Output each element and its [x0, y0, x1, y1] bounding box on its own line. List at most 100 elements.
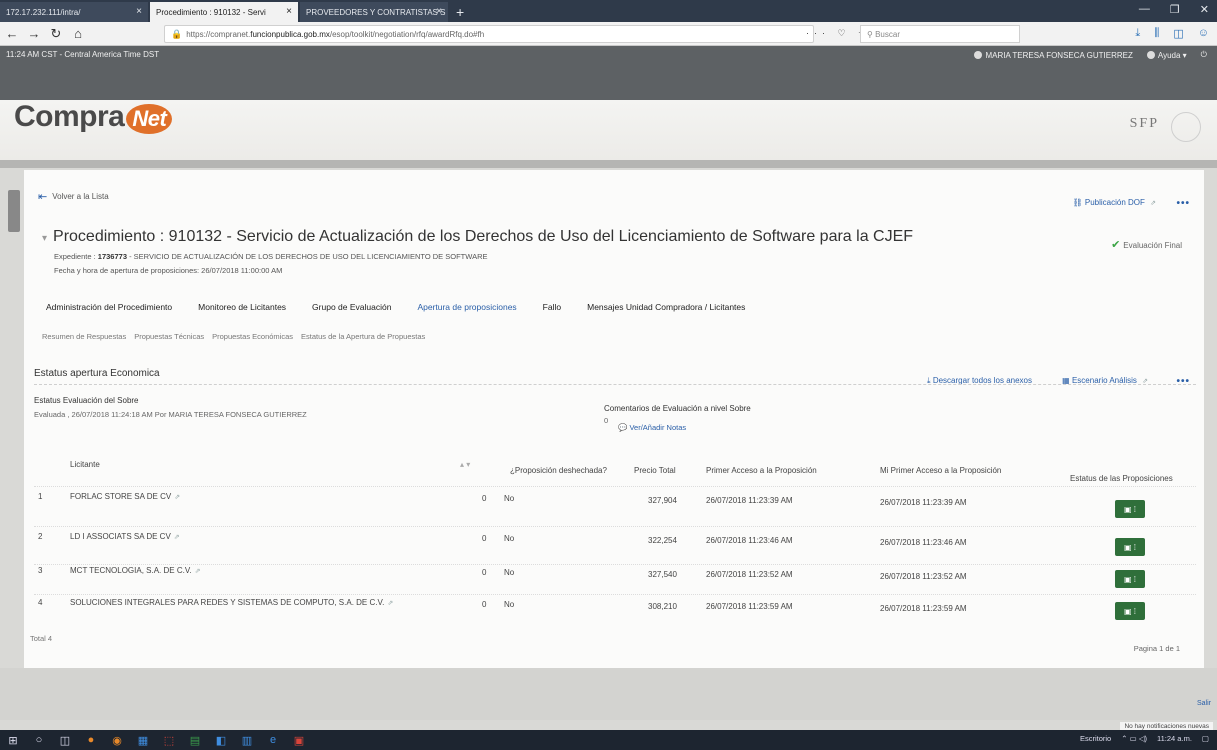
tab-grupo-evaluacion[interactable]: Grupo de Evaluación: [312, 302, 391, 312]
library-icon[interactable]: ⫼: [1154, 27, 1159, 40]
back-icon[interactable]: ←: [2, 26, 22, 41]
tab-administracion[interactable]: Administración del Procedimiento: [46, 302, 172, 312]
tray-clock[interactable]: 11:24 a.m.: [1157, 734, 1192, 743]
desechada-value: No: [504, 494, 515, 503]
row-number: 2: [38, 532, 43, 541]
outlook-icon[interactable]: ◧: [208, 734, 234, 747]
tab-apertura[interactable]: Apertura de proposiciones: [417, 302, 516, 312]
task-view-icon[interactable]: ◫: [52, 734, 78, 747]
excel-icon[interactable]: ▤: [182, 734, 208, 747]
file-explorer-icon[interactable]: ▦: [130, 734, 156, 747]
lock-icon: 🔒: [171, 28, 183, 39]
notifications-icon[interactable]: ▢: [1202, 734, 1209, 743]
edge-icon[interactable]: e: [260, 734, 286, 746]
expediente-line: Expediente : 1736773 - SERVICIO DE ACTUA…: [54, 252, 488, 261]
divider-band: [0, 160, 1217, 168]
new-tab-button[interactable]: +: [456, 2, 464, 22]
main-tabs: Administración del Procedimiento Monitor…: [46, 302, 771, 312]
download-icon[interactable]: ⤓: [1135, 27, 1140, 40]
power-icon[interactable]: ⏻: [1201, 50, 1207, 60]
tab-mensajes[interactable]: Mensajes Unidad Compradora / Licitantes: [587, 302, 745, 312]
comentarios-count: 0: [604, 416, 609, 425]
windows-start-icon[interactable]: ⊞: [0, 734, 26, 747]
status-badge: ✔ Evaluación Final: [1111, 239, 1182, 251]
pdf-icon[interactable]: ⬚: [156, 734, 182, 747]
chevron-down-icon[interactable]: ▾: [42, 233, 47, 244]
proposition-status-button[interactable]: ▣ ⁞: [1115, 500, 1145, 518]
close-icon[interactable]: ×: [286, 6, 292, 17]
search-icon[interactable]: ○: [26, 734, 52, 746]
close-icon[interactable]: ×: [436, 6, 442, 17]
precio-value: 327,540: [648, 570, 677, 579]
section-title: Estatus apertura Economica: [34, 368, 160, 379]
back-arrow-icon: ⇤: [38, 191, 48, 203]
licitante-name[interactable]: MCT TECNOLOGIA, S.A. DE C.V. ⇗: [70, 566, 201, 575]
publicacion-dof-link[interactable]: ⛓ Publicación DOF ⇗: [1072, 198, 1156, 207]
header-desechada: ¿Proposición deshechada?: [510, 466, 607, 475]
browser-tab-procedimiento[interactable]: Procedimiento : 910132 - Servi ×: [150, 2, 298, 22]
row-number: 4: [38, 598, 43, 607]
page-title: ▾ Procedimiento : 910132 - Servicio de Ac…: [42, 228, 914, 245]
proposition-status-button[interactable]: ▣ ⁞: [1115, 538, 1145, 556]
estatus-evaluacion-label: Estatus Evaluación del Sobre: [34, 396, 139, 405]
url-bar[interactable]: 🔒 https://compranet. funcionpublica.gob.m…: [164, 25, 814, 43]
proposition-status-button[interactable]: ▣ ⁞: [1115, 570, 1145, 588]
window-controls: — ❐ ✕: [1139, 3, 1209, 16]
firefox-icon[interactable]: ◉: [104, 734, 130, 747]
search-input[interactable]: ⚲ Buscar: [860, 25, 1020, 43]
desktop-label[interactable]: Escritorio: [1080, 734, 1111, 743]
minimize-icon[interactable]: —: [1139, 3, 1150, 16]
header-mi-primer-acceso: Mi Primer Acceso a la Proposición: [880, 466, 1002, 475]
header-estatus: Estatus de las Proposiciones: [1070, 474, 1173, 483]
main-panel: ⇤ Volver a la Lista ⛓ Publicación DOF ⇗ …: [24, 170, 1204, 668]
close-window-icon[interactable]: ✕: [1200, 3, 1209, 16]
tray-icons[interactable]: ⌃ ▭ ◁): [1121, 734, 1147, 743]
subtab-estatus[interactable]: Estatus de la Apertura de Propuestas: [301, 332, 425, 341]
subtab-tecnicas[interactable]: Propuestas Técnicas: [134, 332, 204, 341]
close-icon[interactable]: ×: [136, 6, 142, 17]
more-options-icon[interactable]: •••: [1176, 198, 1190, 209]
user-menu[interactable]: MARIA TERESA FONSECA GUTIERREZ: [974, 51, 1133, 60]
browser-toolbar: ⤓ ⫼ ◫ ☺: [1135, 27, 1209, 40]
app-topbar: 11:24 AM CST - Central America Time DST …: [0, 46, 1217, 100]
header-licitante: Licitante: [70, 460, 100, 469]
ver-notas-link[interactable]: 💬 Ver/Añadir Notas: [618, 423, 686, 432]
help-menu[interactable]: Ayuda ▾: [1146, 51, 1187, 60]
subtab-economicas[interactable]: Propuestas Económicas: [212, 332, 293, 341]
primer-acceso-value: 26/07/2018 11:23:52 AM: [706, 570, 793, 579]
home-icon[interactable]: ⌂: [68, 26, 88, 41]
sidebar-icon[interactable]: ◫: [1173, 27, 1183, 40]
comentarios-label: Comentarios de Evaluación a nivel Sobre: [604, 404, 751, 413]
forward-icon[interactable]: →: [24, 26, 44, 41]
page-footer: [0, 668, 1217, 720]
chrome-icon[interactable]: ●: [78, 734, 104, 746]
licitante-name[interactable]: LD I ASSOCIATS SA DE CV ⇗: [70, 532, 180, 541]
back-to-list-link[interactable]: ⇤ Volver a la Lista: [38, 190, 109, 203]
maximize-icon[interactable]: ❐: [1170, 3, 1180, 16]
browser-tab-intra[interactable]: 172.17.232.111/intra/×: [0, 2, 148, 22]
tab-monitoreo[interactable]: Monitoreo de Licitantes: [198, 302, 286, 312]
proposition-status-button[interactable]: ▣ ⁞: [1115, 602, 1145, 620]
compranet-logo[interactable]: Compra Net: [14, 100, 173, 134]
external-link-icon: ⇗: [174, 494, 181, 501]
search-icon: ⚲: [867, 29, 876, 39]
word-icon[interactable]: ▥: [234, 734, 260, 747]
licitante-name[interactable]: SOLUCIONES INTEGRALES PARA REDES Y SISTE…: [70, 598, 393, 607]
licitante-name[interactable]: FORLAC STORE SA DE CV ⇗: [70, 492, 180, 501]
side-panel-handle[interactable]: [8, 190, 20, 232]
logout-link[interactable]: Salir: [1197, 700, 1211, 707]
sort-icon[interactable]: ▴ ▾: [460, 460, 470, 469]
browser-tab-proveedores[interactable]: PROVEEDORES Y CONTRATISTAS S ×: [300, 2, 448, 22]
reload-icon[interactable]: ↻: [46, 26, 66, 42]
desechada-value: No: [504, 568, 515, 577]
clock-text: 11:24 AM CST - Central America Time DST: [6, 50, 160, 59]
tab-fallo[interactable]: Fallo: [543, 302, 561, 312]
divider: [34, 526, 1196, 527]
browser-tab-bar: 172.17.232.111/intra/× Procedimiento : 9…: [0, 0, 1217, 22]
more-options-icon[interactable]: •••: [1176, 376, 1190, 387]
subtab-resumen[interactable]: Resumen de Respuestas: [42, 332, 126, 341]
external-link-icon: ⇗: [194, 568, 201, 575]
extension-icon[interactable]: ☺: [1198, 27, 1209, 40]
powerpoint-icon[interactable]: ▣: [286, 734, 312, 747]
precio-value: 322,254: [648, 536, 677, 545]
